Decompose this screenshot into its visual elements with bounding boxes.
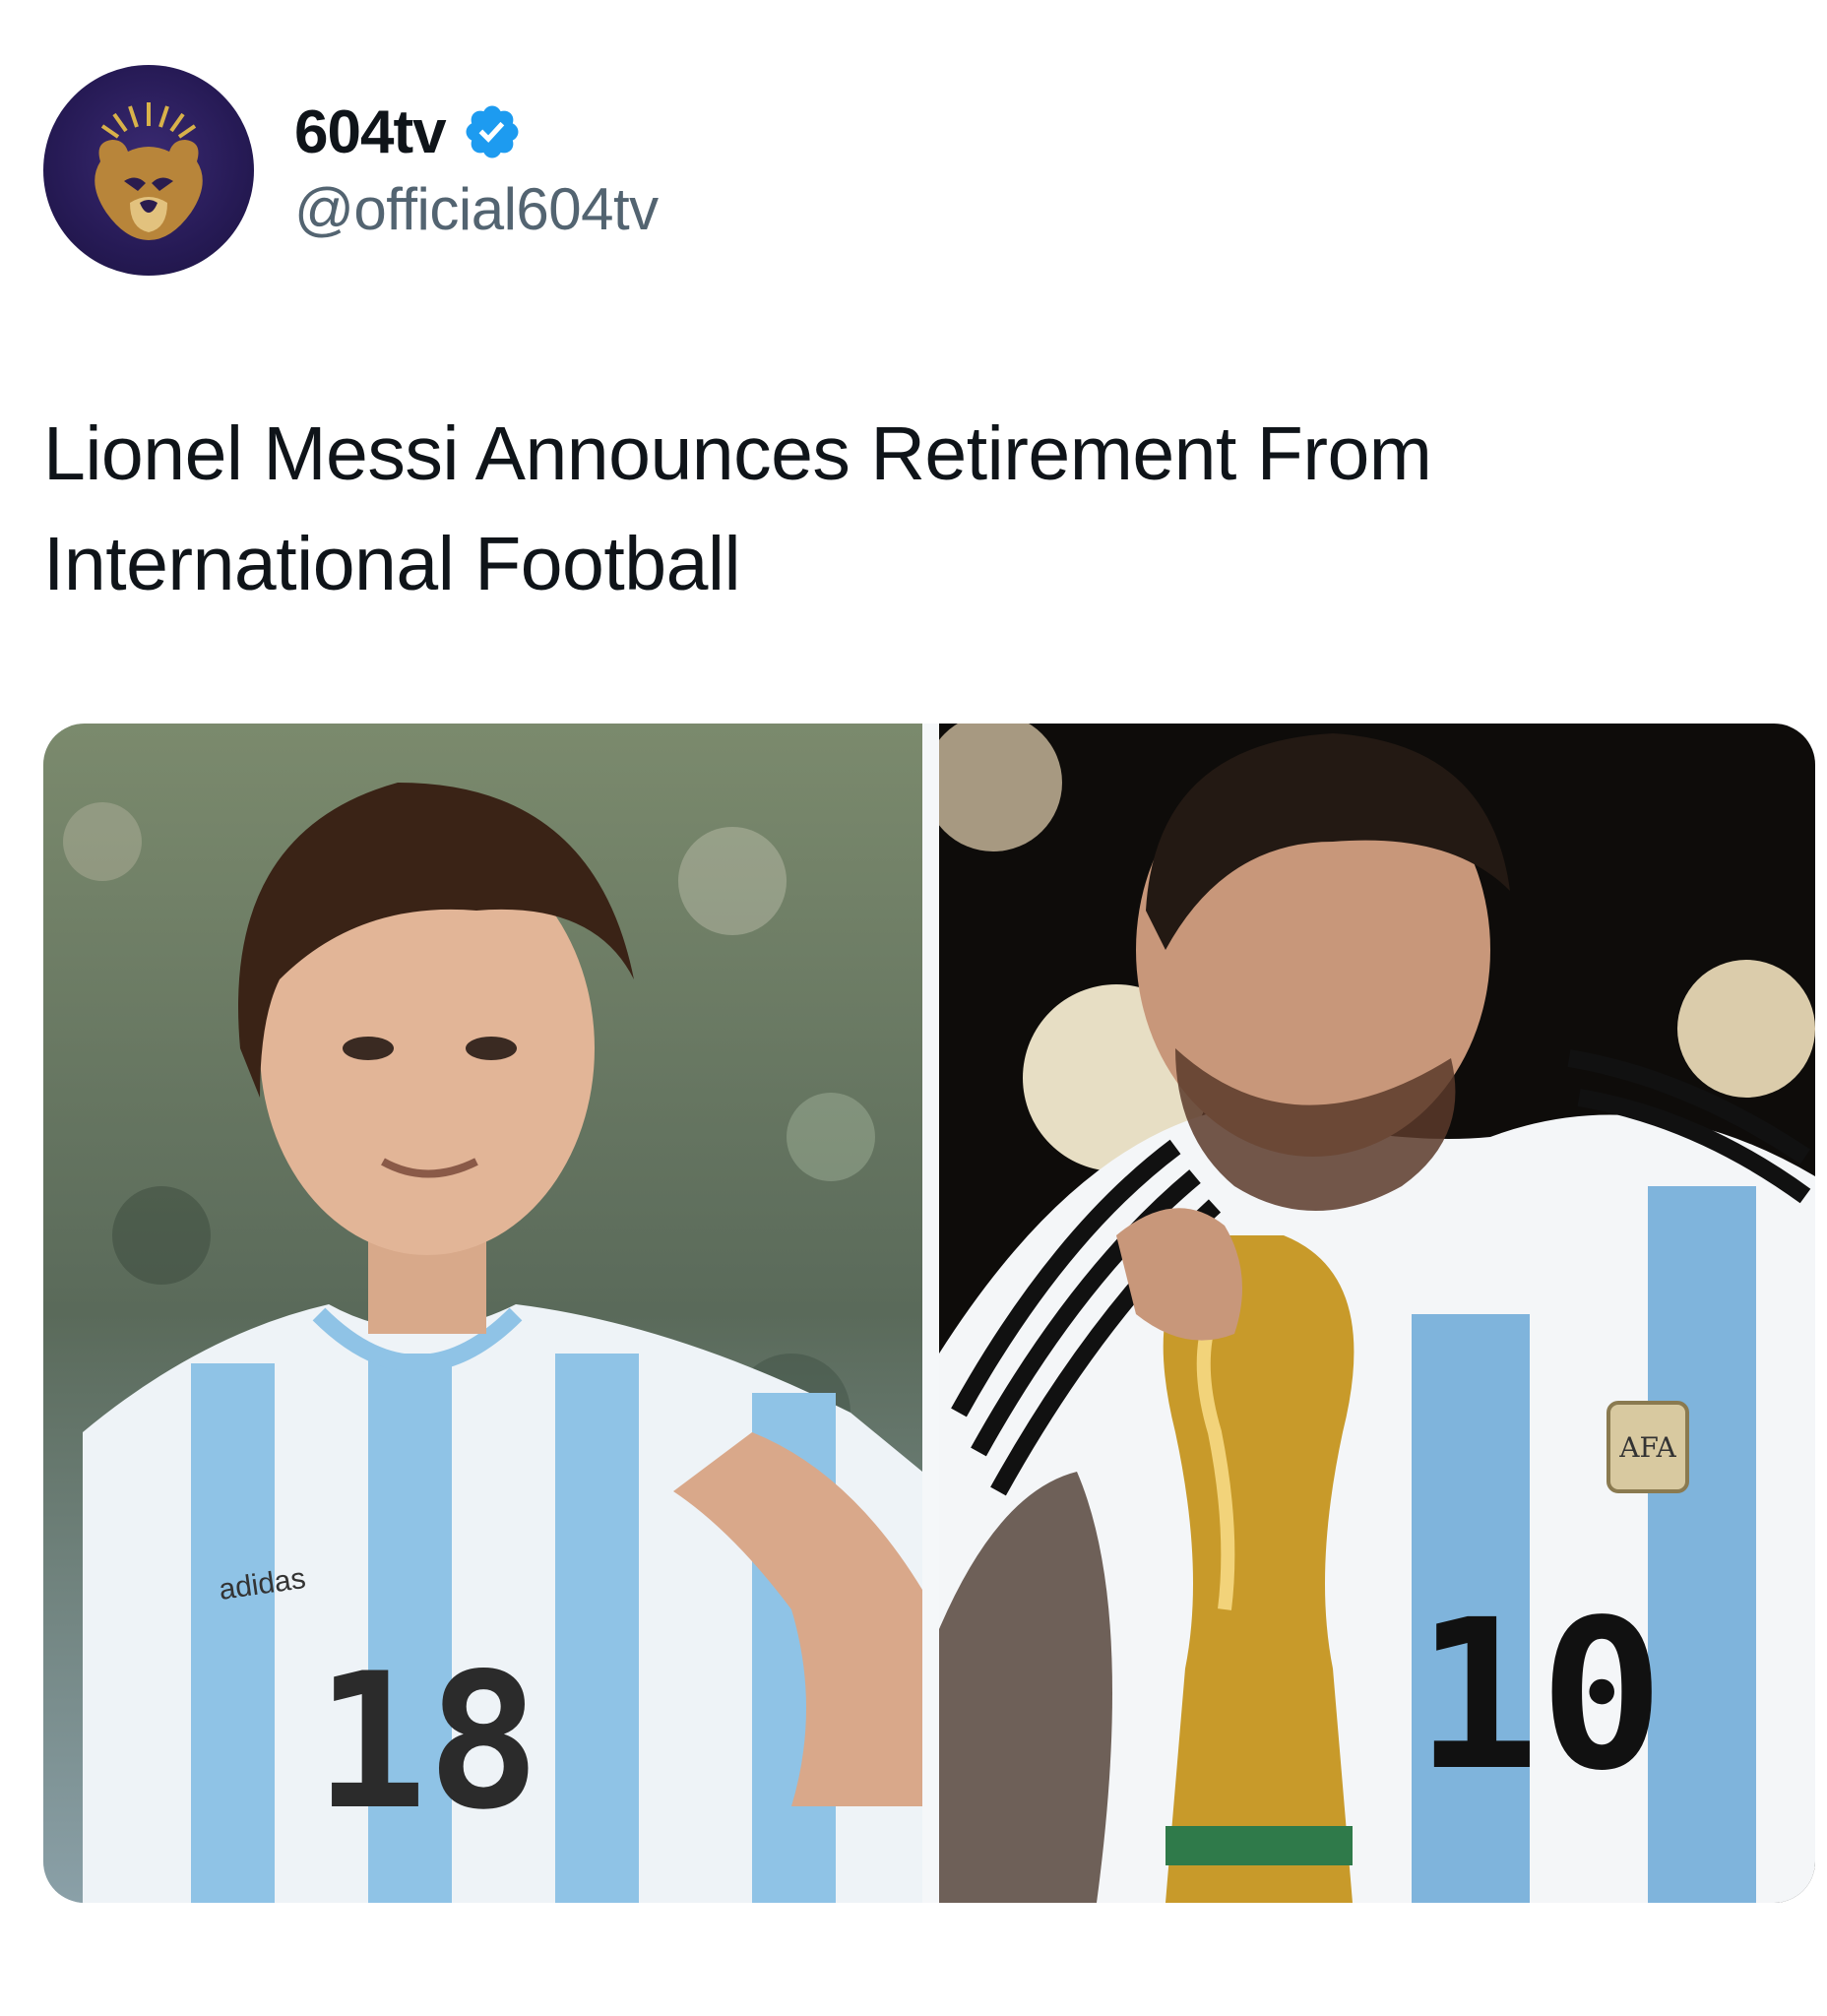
media-grid[interactable]: 18 adidas 10 AFA (43, 724, 1815, 1903)
media-divider (922, 724, 939, 1903)
bear-crown-logo-icon (94, 102, 203, 240)
avatar[interactable] (43, 65, 254, 276)
display-name[interactable]: 604tv (294, 97, 447, 167)
handle[interactable]: @official604tv (294, 175, 659, 243)
svg-text:AFA: AFA (1618, 1431, 1676, 1464)
tweet-text: Lionel Messi Announces Retirement From I… (43, 411, 1432, 606)
photo-trophy-kiss-icon[interactable]: 10 AFA (939, 724, 1815, 1903)
svg-text:10: 10 (1416, 1575, 1665, 1816)
tweet-header: 604tv @official604tv (43, 65, 1717, 282)
svg-text:18: 18 (315, 1633, 540, 1851)
verified-badge-icon (462, 101, 523, 162)
photo-young-player-icon[interactable]: 18 adidas (43, 724, 922, 1903)
